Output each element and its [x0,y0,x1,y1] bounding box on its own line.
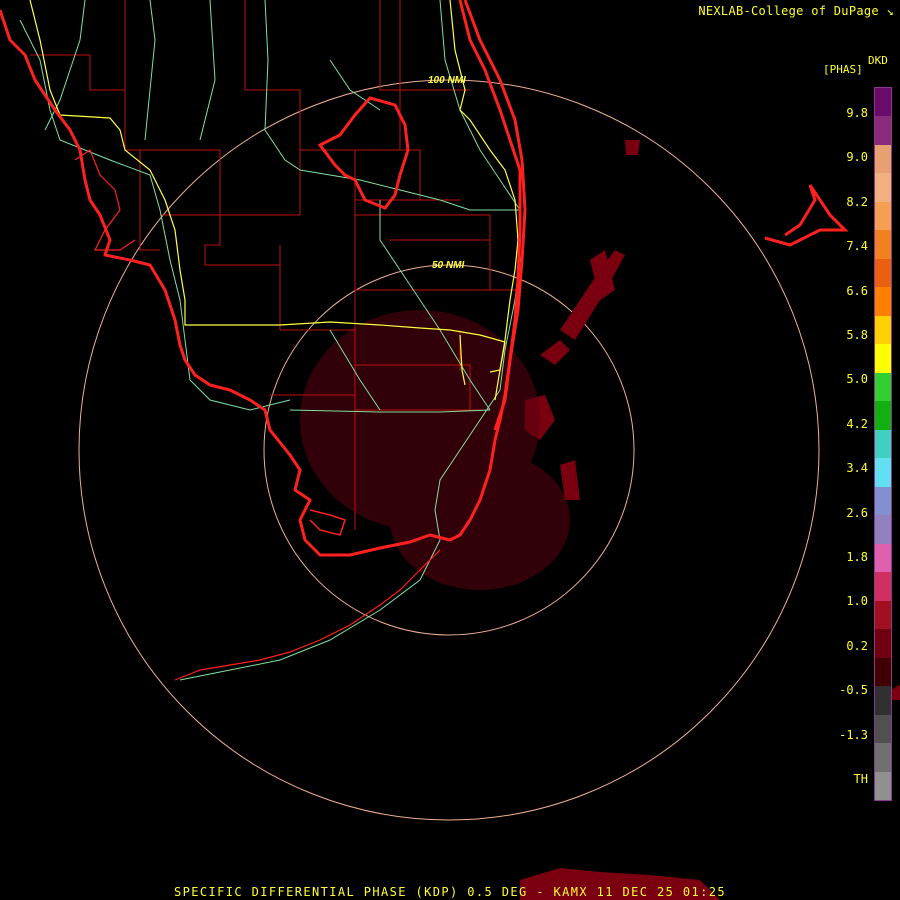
legend-swatch [875,344,891,374]
credit-text: NEXLAB-College of DuPage [698,4,879,18]
legend-tick: 3.4 [846,461,868,476]
legend-swatch [875,657,891,688]
legend-tick: 5.8 [846,328,868,342]
legend-tick: 9.8 [846,106,868,120]
legend-tick: 7.4 [846,239,868,254]
legend-product: DKD [868,54,888,67]
legend-swatch [875,287,891,317]
bahamas-outline [764,184,849,247]
corner-arrow-icon: ↘ [886,4,894,18]
ring-label-50: 50 NMI [432,260,464,271]
legend-tick: 0.2 [846,638,868,653]
bay-outline [309,509,346,536]
legend-swatch [875,572,891,602]
legend-tick: 5.0 [846,372,868,387]
credit-label: NEXLAB-College of DuPage ↘ [698,4,894,18]
legend-swatch [875,315,891,346]
legend-tick: 2.6 [846,505,868,520]
radar-echoes [520,140,900,900]
legend-swatch [875,144,891,175]
legend-tick: 8.2 [846,194,868,209]
legend-swatch [875,88,891,118]
legend-swatch [875,486,891,517]
legend-tick: 4.2 [846,416,868,431]
legend-unit: [PHAS] [823,63,863,76]
legend-tick: 1.8 [846,550,868,564]
legend-tick: -1.3 [839,727,868,742]
legend-swatch [875,686,891,716]
legend-tick: 9.0 [846,150,868,165]
legend-swatch [875,201,891,232]
legend-swatch [875,515,891,545]
legend-swatch [875,372,891,403]
color-legend-bar [874,87,892,801]
legend-swatch [875,714,891,745]
legend-swatch [875,458,891,488]
radar-map: 100 NMI 50 NMI [0,0,900,900]
legend-tick: -0.5 [839,683,868,698]
legend-tick: 1.0 [846,594,868,609]
legend-swatch [875,401,891,431]
legend-swatch [875,771,891,800]
legend-swatch [875,173,891,203]
legend-tick: TH [853,772,868,786]
legend-swatch [875,230,891,260]
legend-swatch [875,258,891,289]
legend-swatch [875,116,891,146]
footer-caption: SPECIFIC DIFFERENTIAL PHASE (KDP) 0.5 DE… [174,885,726,899]
legend-swatch [875,743,891,773]
ring-label-100: 100 NMI [428,75,466,86]
legend-swatch [875,429,891,460]
lake-okeechobee [317,96,410,210]
legend-swatch [875,629,891,659]
clutter-field [300,310,570,590]
legend-swatch [875,543,891,574]
legend-swatch [875,600,891,631]
legend-tick: 6.6 [846,283,868,298]
